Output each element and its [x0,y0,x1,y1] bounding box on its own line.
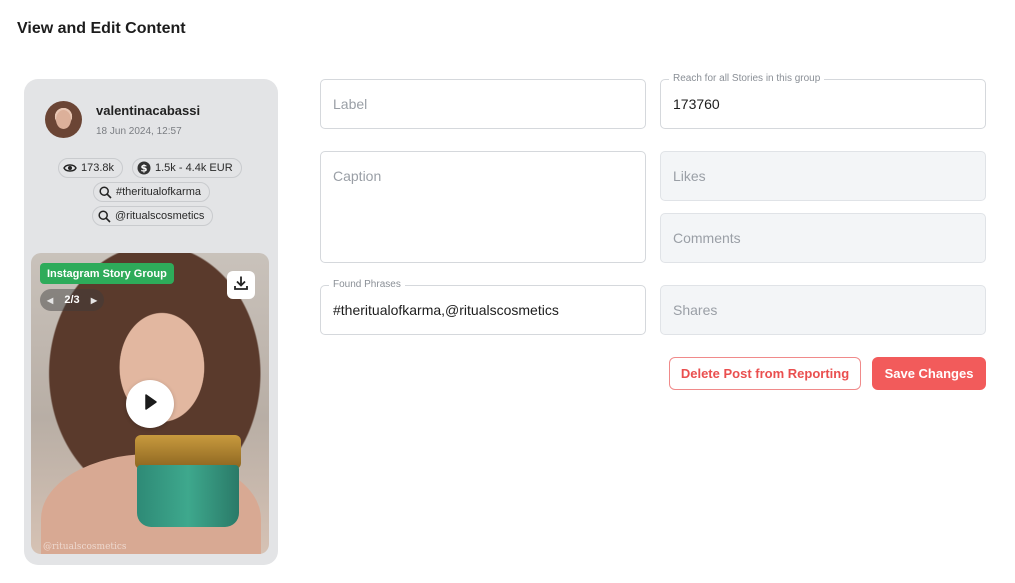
search-icon [97,209,111,223]
avatar [45,101,82,138]
play-icon [141,393,159,416]
found-phrases-legend: Found Phrases [329,279,405,291]
delete-post-button[interactable]: Delete Post from Reporting [669,357,861,390]
eye-icon [63,161,77,175]
product-jar [137,465,239,527]
match-chip: @ritualscosmetics [92,206,214,226]
reach-field[interactable]: Reach for all Stories in this group [660,73,986,129]
comments-field[interactable] [660,213,986,263]
chevron-right-icon[interactable]: ▶ [91,296,97,305]
save-changes-button[interactable]: Save Changes [872,357,986,390]
found-phrases-input[interactable] [321,286,645,334]
page-title: View and Edit Content [17,20,186,37]
post-date: 18 Jun 2024, 12:57 [96,126,182,137]
product-jar-lid [135,435,241,469]
found-phrases-field[interactable]: Found Phrases [320,279,646,335]
views-chip: 173.8k [58,158,124,178]
reach-legend: Reach for all Stories in this group [669,73,825,85]
caption-input[interactable] [321,152,645,262]
play-button[interactable] [126,380,174,428]
label-field[interactable] [320,79,646,129]
caption-field[interactable] [320,151,646,263]
shares-input[interactable] [661,286,985,334]
match-chip: #theritualofkarma [93,182,210,202]
views-value: 173.8k [81,162,115,174]
story-group-badge: Instagram Story Group [40,263,174,284]
post-card: valentinacabassi 18 Jun 2024, 12:57 173.… [24,79,278,565]
reach-input[interactable] [661,80,985,128]
story-pager: ◀ 2/3 ▶ [40,289,104,311]
likes-field[interactable] [660,151,986,201]
search-icon [98,185,112,199]
pager-text: 2/3 [64,294,80,306]
svg-text:$: $ [141,164,148,175]
media-watermark: @ritualscosmetics [43,542,127,552]
chevron-left-icon[interactable]: ◀ [47,296,53,305]
post-username: valentinacabassi [96,103,201,118]
value-range: 1.5k - 4.4k EUR [155,162,233,174]
download-icon [233,275,249,296]
comments-input[interactable] [661,214,985,262]
story-media[interactable]: @ritualscosmetics Instagram Story Group … [31,253,269,554]
shares-field[interactable] [660,285,986,335]
match-text: @ritualscosmetics [115,210,205,222]
download-button[interactable] [227,271,255,299]
value-chip: $ 1.5k - 4.4k EUR [132,158,242,178]
dollar-icon: $ [137,161,151,175]
label-input[interactable] [321,80,645,128]
likes-input[interactable] [661,152,985,200]
match-text: #theritualofkarma [116,186,201,198]
